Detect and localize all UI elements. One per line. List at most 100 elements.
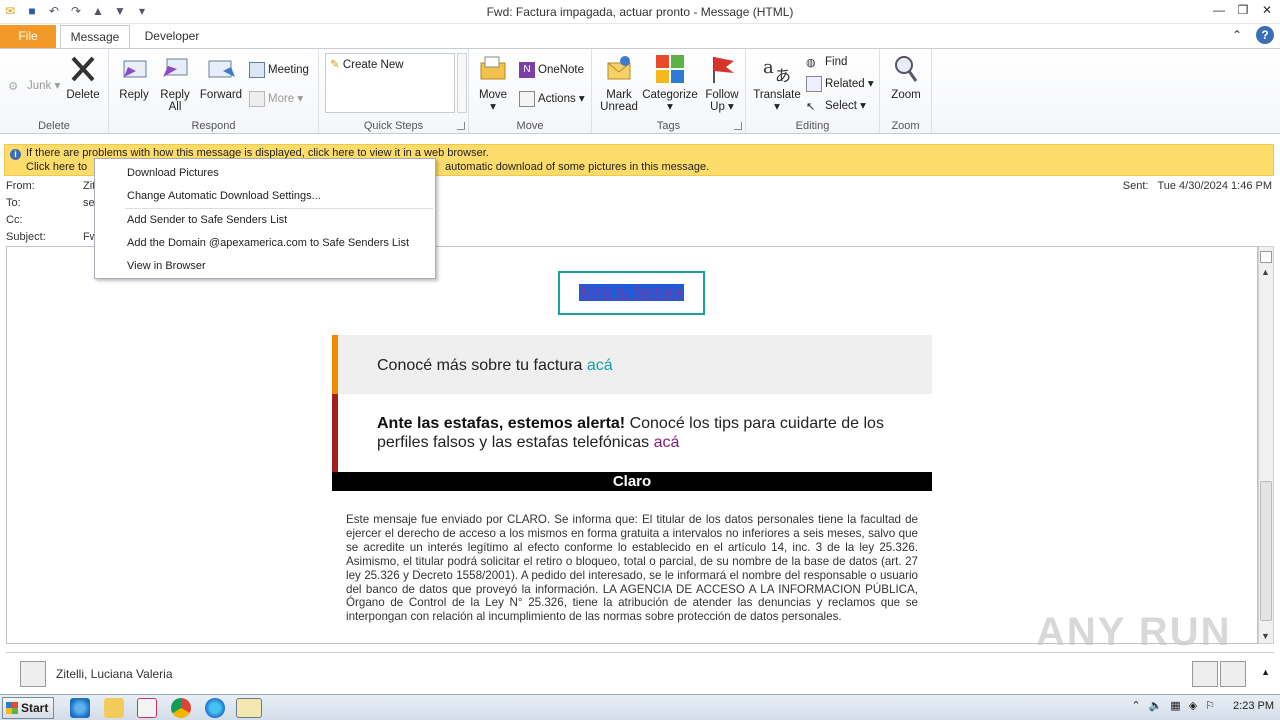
translate-button[interactable]: aあ Translate ▾ xyxy=(752,53,802,113)
brand-footer-bar: Claro xyxy=(332,472,932,491)
select-button[interactable]: ↖ Select ▾ xyxy=(806,97,866,115)
sent-value: Tue 4/30/2024 1:46 PM xyxy=(1157,180,1272,192)
delete-x-icon xyxy=(71,56,95,82)
anyrun-watermark: ANY RUN xyxy=(1036,610,1232,654)
tab-message[interactable]: Message xyxy=(60,25,130,48)
edge-taskbar-icon[interactable] xyxy=(205,698,225,718)
system-tray: ⌃ 🔈 ▦ ◈ ⚐ 2:23 PM xyxy=(1131,699,1274,713)
volume-icon[interactable]: 🔈 xyxy=(1149,699,1163,712)
menu-add-domain-safe[interactable]: Add the Domain @apexamerica.com to Safe … xyxy=(127,233,409,253)
move-button[interactable]: Move ▾ xyxy=(475,53,511,113)
menu-change-download-settings[interactable]: Change Automatic Download Settings... xyxy=(127,186,321,206)
ribbon-tabs: File Message Developer ⌃ ? xyxy=(0,24,1280,48)
mark-unread-button[interactable]: Mark Unread xyxy=(598,53,640,113)
svg-text:あ: あ xyxy=(775,66,791,85)
infobar-line2-end[interactable]: automatic download of some pictures in t… xyxy=(445,161,709,173)
quick-steps-launcher[interactable] xyxy=(457,122,465,130)
tags-launcher[interactable] xyxy=(734,122,742,130)
tab-file[interactable]: File xyxy=(0,25,56,48)
onenote-button[interactable]: N OneNote xyxy=(519,61,584,79)
message-body[interactable]: Mirá tu factura Conocé más sobre tu fact… xyxy=(6,246,1258,644)
maximize-button[interactable]: ❐ xyxy=(1236,3,1250,17)
onenote-icon: N xyxy=(519,61,535,78)
chrome-taskbar-icon[interactable] xyxy=(171,698,191,718)
people-pane-name[interactable]: Zitelli, Luciana Valeria xyxy=(56,667,173,681)
move-group: Move ▾ N OneNote Actions ▾ Move xyxy=(469,49,592,133)
scam-alert-link[interactable]: acá xyxy=(654,434,680,451)
meeting-button[interactable]: Meeting xyxy=(249,61,309,79)
zoom-button[interactable]: Zoom xyxy=(888,53,924,101)
flag-icon xyxy=(713,57,734,83)
to-value[interactable]: se xyxy=(83,197,95,209)
related-button[interactable]: Related ▾ xyxy=(806,75,874,93)
minimize-button[interactable]: — xyxy=(1212,3,1226,17)
ribbon: ⚙ Junk ▾ Delete Delete Reply Reply All For… xyxy=(0,48,1280,134)
tab-developer[interactable]: Developer xyxy=(136,25,208,48)
security-icon[interactable]: ◈ xyxy=(1189,699,1197,712)
editing-group: aあ Translate ▾ ◍ Find Related ▾ ↖ Select ▾ … xyxy=(746,49,880,133)
view-invoice-button[interactable]: Mirá tu factura xyxy=(558,271,705,315)
tags-group-label: Tags xyxy=(656,120,681,132)
find-button[interactable]: ◍ Find xyxy=(806,53,847,71)
menu-download-pictures[interactable]: Download Pictures xyxy=(127,163,219,183)
quick-steps-gallery[interactable]: ✎ Create New xyxy=(325,53,455,113)
move-group-label: Move xyxy=(516,120,544,132)
media-player-taskbar-icon[interactable] xyxy=(137,698,157,718)
contact-avatar-1[interactable] xyxy=(1192,661,1218,687)
actions-button[interactable]: Actions ▾ xyxy=(519,90,585,108)
menu-separator xyxy=(125,208,433,209)
respond-group-label: Respond xyxy=(191,120,236,132)
binoculars-icon: ◍ xyxy=(806,56,816,69)
cc-label: Cc: xyxy=(6,214,23,226)
scroll-up-icon[interactable]: ▲ xyxy=(1261,267,1270,277)
more-respond-button[interactable]: More ▾ xyxy=(249,90,303,108)
categorize-button[interactable]: Categorize ▾ xyxy=(642,53,698,113)
help-icon[interactable]: ? xyxy=(1256,26,1274,44)
from-label: From: xyxy=(6,180,35,192)
sent-label: Sent: xyxy=(1122,180,1149,192)
expand-people-pane-icon[interactable]: ▲ xyxy=(1261,667,1270,677)
action-center-flag-icon[interactable]: ⚐ xyxy=(1205,699,1215,712)
scroll-thumb[interactable] xyxy=(1260,481,1272,621)
body-scrollbar[interactable]: ▲ ▼ xyxy=(1258,246,1274,644)
quick-step-create-new[interactable]: Create New xyxy=(343,59,404,71)
message-options-icon[interactable] xyxy=(1260,251,1272,263)
sender-avatar[interactable] xyxy=(20,661,46,687)
network-icon[interactable]: ▦ xyxy=(1170,699,1180,712)
collapse-ribbon-icon[interactable]: ⌃ xyxy=(1228,26,1246,44)
view-invoice-link[interactable]: Mirá tu factura xyxy=(579,284,684,301)
quick-steps-scroll[interactable] xyxy=(457,53,467,113)
ie-taskbar-icon[interactable] xyxy=(70,698,90,718)
menu-add-sender-safe[interactable]: Add Sender to Safe Senders List xyxy=(127,210,287,230)
related-icon xyxy=(806,75,822,92)
forward-button[interactable]: Forward xyxy=(197,53,245,101)
subject-label: Subject: xyxy=(6,231,46,243)
start-button[interactable]: Start xyxy=(2,697,54,719)
tray-expand-icon[interactable]: ⌃ xyxy=(1131,699,1140,712)
invoice-info-link[interactable]: acá xyxy=(587,357,613,374)
close-button[interactable]: ✕ xyxy=(1260,3,1274,17)
zoom-group: Zoom Zoom xyxy=(880,49,932,133)
follow-up-button[interactable]: Follow Up ▾ xyxy=(702,53,742,113)
title-bar: ✉ ■ ↶ ↷ ▲ ▼ ▾ Fwd: Factura impagada, act… xyxy=(0,0,1280,24)
clock[interactable]: 2:23 PM xyxy=(1233,700,1274,712)
menu-view-in-browser[interactable]: View in Browser xyxy=(127,256,206,276)
reply-button[interactable]: Reply xyxy=(117,53,151,101)
create-new-icon: ✎ xyxy=(330,59,340,71)
scroll-down-icon[interactable]: ▼ xyxy=(1261,631,1270,641)
infobar-line2-start[interactable]: Click here to xyxy=(26,161,87,173)
calendar-icon xyxy=(249,61,265,78)
delete-button[interactable]: Delete xyxy=(64,53,102,101)
junk-button[interactable]: ⚙ Junk ▾ xyxy=(8,77,60,95)
to-label: To: xyxy=(6,197,21,209)
tags-group: Mark Unread Categorize ▾ Follow Up ▾ Tags xyxy=(592,49,746,133)
contact-avatar-2[interactable] xyxy=(1220,661,1246,687)
outlook-taskbar-icon[interactable] xyxy=(236,698,262,718)
explorer-taskbar-icon[interactable] xyxy=(104,698,124,718)
reply-icon xyxy=(123,60,147,78)
mark-unread-icon xyxy=(607,56,631,80)
pictures-context-menu: Download Pictures Change Automatic Downl… xyxy=(94,158,436,279)
taskbar: Start ⌃ 🔈 ▦ ◈ ⚐ 2:23 PM xyxy=(0,694,1280,720)
magnifier-icon xyxy=(895,56,918,82)
reply-all-button[interactable]: Reply All xyxy=(157,53,193,113)
